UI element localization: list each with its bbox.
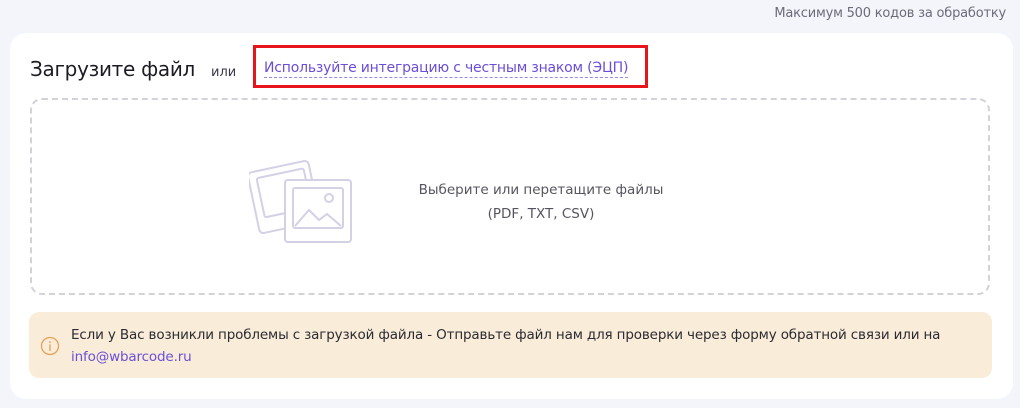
dropzone-instruction: Выберите или перетащите файлы <box>418 182 664 198</box>
max-codes-note: Максимум 500 кодов за обработку <box>774 6 1006 21</box>
dropzone-formats: (PDF, TXT, CSV) <box>487 206 595 222</box>
file-dropzone[interactable]: Выберите или перетащите файлы (PDF, TXT,… <box>30 98 990 295</box>
support-email-link[interactable]: info@wbarcode.ru <box>71 349 192 365</box>
notice-text: Если у Вас возникли проблемы с загрузкой… <box>71 324 976 368</box>
upload-header: Загрузите файл или <box>30 57 236 81</box>
images-icon <box>249 159 352 243</box>
dropzone-text: Выберите или перетащите файлы (PDF, TXT,… <box>416 178 666 226</box>
notice-message: Если у Вас возникли проблемы с загрузкой… <box>71 327 941 343</box>
info-icon <box>40 336 60 356</box>
upload-card: Загрузите файл или Используйте интеграци… <box>10 33 1013 399</box>
esign-integration-link[interactable]: Используйте интеграцию с честным знаком … <box>264 59 628 78</box>
upload-problem-notice: Если у Вас возникли проблемы с загрузкой… <box>29 312 992 378</box>
or-label: или <box>211 65 237 80</box>
upload-title: Загрузите файл <box>30 57 195 81</box>
